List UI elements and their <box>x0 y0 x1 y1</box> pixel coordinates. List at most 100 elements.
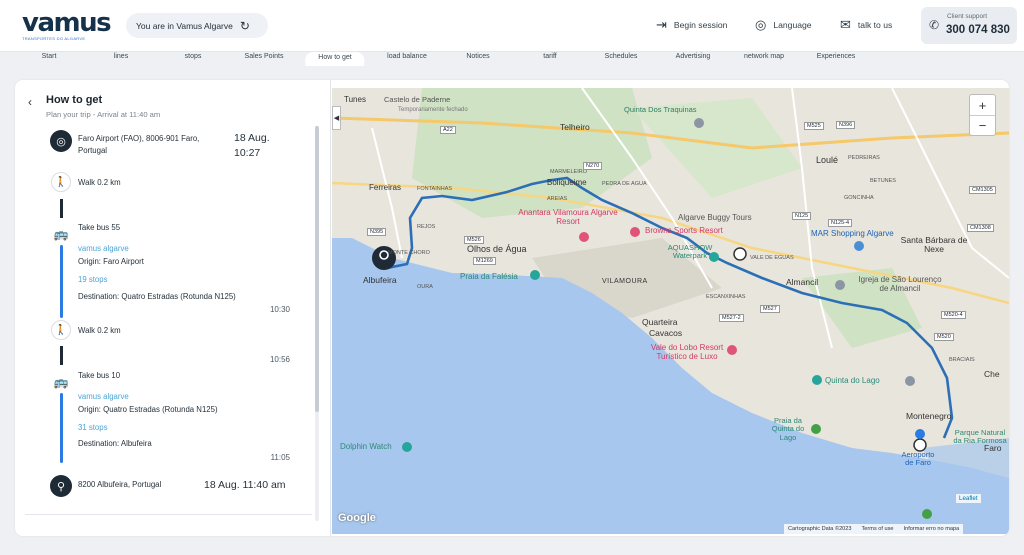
map-place-label: VALE DE EGUAS <box>750 255 794 261</box>
destination-address: 8200 Albufeira, Portugal <box>78 480 162 489</box>
map-place-label: MAR Shopping Algarve <box>811 229 894 238</box>
nav-item-network-map[interactable]: network map <box>744 53 784 60</box>
map-place-label: Vale do Lobo Resort Turístico de Luxo <box>650 343 724 361</box>
road-label: N396 <box>836 121 856 130</box>
main-nav: Start lines stops Sales Points How to ge… <box>0 52 1024 66</box>
zoom-out-button[interactable]: − <box>970 115 995 135</box>
map-place-label: Quarteira <box>642 317 678 327</box>
scrollbar-thumb[interactable] <box>315 126 319 412</box>
road-label: N125-4 <box>828 219 853 228</box>
nav-item-experiences[interactable]: Experiences <box>817 53 856 60</box>
bus-icon: 🚌 <box>53 227 69 241</box>
talk-to-us-link[interactable]: ✉ talk to us <box>840 17 892 33</box>
bus-10-title: Take bus 10 <box>78 371 121 380</box>
map-place-label: Quinta do Lago <box>825 376 880 385</box>
nav-item-tariff[interactable]: tariff <box>543 53 557 60</box>
map-place-label: Ferreiras <box>369 183 402 192</box>
itinerary-panel: ‹ How to get Plan your trip - Arrival at… <box>15 80 331 536</box>
logo-wordmark: vamus <box>22 8 112 38</box>
collapse-panel-button[interactable]: ◀ <box>332 106 341 130</box>
bus-10-operator: vamus algarve <box>78 392 129 401</box>
walk-1-label: Walk 0.2 km <box>78 178 121 187</box>
leaflet-attribution[interactable]: Leaflet <box>956 494 981 503</box>
nav-item-load-balance[interactable]: load balance <box>387 53 427 60</box>
panel-divider <box>25 514 312 515</box>
map-place-label: Tunes <box>344 95 366 104</box>
vamus-logo[interactable]: vamus TRANSPORTES DO ALGARVE <box>22 8 112 41</box>
back-arrow-icon[interactable]: ‹ <box>28 95 32 109</box>
destination-datetime: 18 Aug. 11:40 am <box>204 479 286 491</box>
road-label: CM1305 <box>969 186 996 195</box>
destination-pin-icon: ⚲ <box>50 475 72 497</box>
map-place-label: Albufeira <box>363 275 397 285</box>
map-place-label: Anantara Vilamoura Algarve Resort <box>518 208 618 226</box>
map-place-label: OURA <box>417 284 433 290</box>
nav-item-lines[interactable]: lines <box>114 53 128 60</box>
walk-2-label: Walk 0.2 km <box>78 326 121 335</box>
map-place-label: Che <box>984 369 1000 379</box>
bus-10-stops[interactable]: 31 stops <box>78 423 107 432</box>
map-data-credit: Cartographic Data ©2023 <box>788 526 852 532</box>
map-place-label: Praia da Falésia <box>460 272 518 281</box>
bus-55-origin: Origin: Faro Airport <box>78 257 144 266</box>
globe-icon: ◎ <box>755 17 767 32</box>
how-to-get-card: ‹ How to get Plan your trip - Arrival at… <box>15 80 1009 536</box>
client-support-label: Client support <box>947 13 988 20</box>
walk-2-time: 10:56 <box>269 355 290 364</box>
map-place-label: ESCANXINHAS <box>706 294 746 300</box>
map-place-label: Olhos de Água <box>467 244 527 254</box>
bus-55-stops[interactable]: 19 stops <box>78 275 107 284</box>
map-place-label: BRACIAIS <box>949 357 975 363</box>
bus-10-destination: Destination: Albufeira <box>78 439 152 448</box>
map-place-label: MARMELEIRO <box>550 169 587 175</box>
map-place-label: Montenegro <box>906 411 952 421</box>
zoom-in-button[interactable]: + <box>970 95 995 115</box>
bus-10-origin: Origin: Quatro Estradas (Rotunda N125) <box>78 405 218 414</box>
map-place-label: Dolphin Watch <box>340 442 392 451</box>
road-label: M520-4 <box>941 311 966 320</box>
road-label: M526 <box>464 236 484 245</box>
panel-subtitle: Plan your trip - Arrival at 11:40 am <box>46 110 161 119</box>
map-place-label: Igreja de São Lourenço de Almancil <box>858 275 942 293</box>
map-place-label: Santa Bárbara de Nexe <box>900 235 968 255</box>
client-support-box[interactable]: ✆ Client support 300 074 830 <box>921 7 1017 44</box>
map-place-label: Boliqueime <box>547 178 587 187</box>
nav-item-start[interactable]: Start <box>42 53 57 60</box>
map-place-label: Castelo de Paderne <box>384 95 451 104</box>
refresh-icon[interactable]: ↻ <box>240 19 250 33</box>
origin-target-icon: ◎ <box>50 130 72 152</box>
location-label: You are in Vamus Algarve <box>136 20 233 31</box>
walk-icon: 🚶 <box>51 172 71 192</box>
location-selector[interactable]: You are in Vamus Algarve ↻ <box>126 13 268 38</box>
origin-time: 10:27 <box>234 147 261 159</box>
map-place-label: Almancil <box>786 277 819 287</box>
map-place-label: Browns Sports Resort <box>645 226 723 235</box>
map-place-label: Loulé <box>816 155 839 165</box>
zoom-control: + − <box>969 94 996 136</box>
nav-item-advertising[interactable]: Advertising <box>676 53 711 60</box>
bus-55-operator: vamus algarve <box>78 244 129 253</box>
report-error-link[interactable]: Informar erro no mapa <box>904 526 960 532</box>
nav-item-sales-points[interactable]: Sales Points <box>245 53 284 60</box>
bus-icon: 🚌 <box>53 375 69 389</box>
map-place-label: FONTAINHAS <box>417 186 453 192</box>
nav-item-schedules[interactable]: Schedules <box>605 53 638 60</box>
map-place-label: MONTE CHORO <box>388 250 430 256</box>
map-place-label: Temporariamente fechado <box>398 107 468 113</box>
map-place-label: Faro <box>984 443 1002 453</box>
road-label: M527 <box>760 305 780 314</box>
map-place-label: REJOS <box>417 224 436 230</box>
nav-item-how-to-get[interactable]: How to get <box>305 52 365 66</box>
road-label: M527-2 <box>719 314 744 323</box>
terms-of-use-link[interactable]: Terms of use <box>862 526 894 532</box>
nav-item-stops[interactable]: stops <box>185 53 202 60</box>
route-map[interactable]: Tunes Castelo de Paderne Temporariamente… <box>332 88 1009 534</box>
origin-date: 18 Aug. <box>234 132 270 144</box>
walk-icon: 🚶 <box>51 320 71 340</box>
map-attribution-bar: Cartographic Data ©2023 Terms of use Inf… <box>784 524 964 534</box>
begin-session-label: Begin session <box>673 20 728 30</box>
begin-session-link[interactable]: ⇥ Begin session <box>656 17 727 33</box>
language-selector[interactable]: ◎ Language <box>755 17 812 33</box>
nav-item-notices[interactable]: Notices <box>466 53 489 60</box>
map-place-label: Quinta Dos Traquinas <box>624 105 697 114</box>
